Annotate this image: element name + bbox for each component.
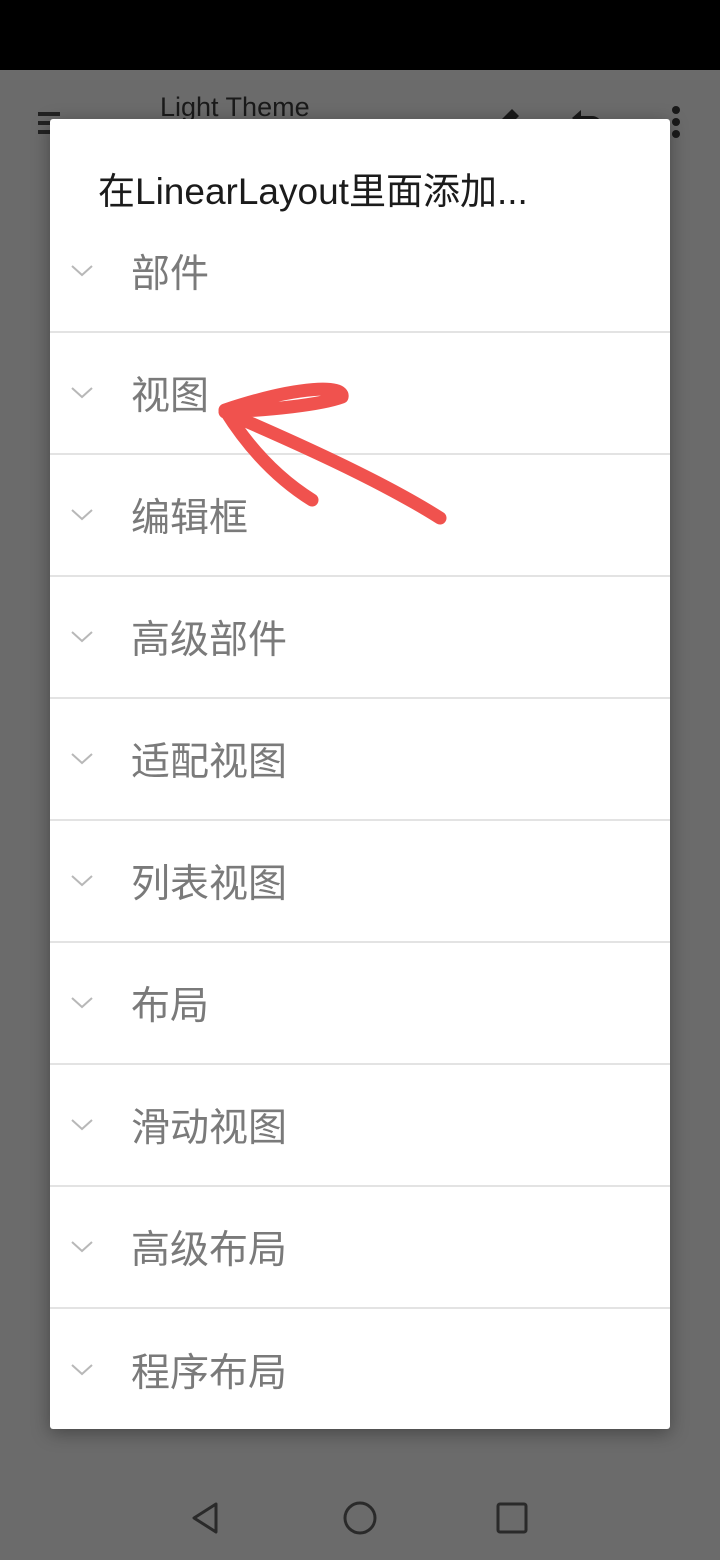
chevron-down-icon xyxy=(71,509,93,521)
category-label: 高级部件 xyxy=(131,618,288,663)
chevron-down-icon xyxy=(71,753,93,765)
add-widget-dialog: 在LinearLayout里面添加... 部件 视图 编辑框 高级部件 适配视图… xyxy=(50,119,670,1429)
category-item-views[interactable]: 视图 xyxy=(50,333,670,455)
category-list: 部件 视图 编辑框 高级部件 适配视图 列表视图 布局 滑动视图 高级布局 程序… xyxy=(50,211,670,1429)
category-label: 布局 xyxy=(131,984,210,1029)
category-label: 编辑框 xyxy=(131,496,249,541)
category-item-scroll-views[interactable]: 滑动视图 xyxy=(50,1065,670,1187)
chevron-down-icon xyxy=(71,997,93,1009)
chevron-down-icon xyxy=(71,1119,93,1131)
back-icon[interactable] xyxy=(188,1500,224,1536)
category-label: 适配视图 xyxy=(131,740,288,785)
category-label: 列表视图 xyxy=(131,862,288,907)
recents-icon[interactable] xyxy=(494,1500,530,1536)
category-item-list-views[interactable]: 列表视图 xyxy=(50,821,670,943)
category-item-widgets[interactable]: 部件 xyxy=(50,211,670,333)
category-item-advanced-widgets[interactable]: 高级部件 xyxy=(50,577,670,699)
category-item-program-layouts[interactable]: 程序布局 xyxy=(50,1309,670,1429)
chevron-down-icon xyxy=(71,1241,93,1253)
chevron-down-icon xyxy=(71,387,93,399)
category-label: 高级布局 xyxy=(131,1228,288,1273)
category-item-layouts[interactable]: 布局 xyxy=(50,943,670,1065)
category-item-adapter-views[interactable]: 适配视图 xyxy=(50,699,670,821)
category-item-edit-text[interactable]: 编辑框 xyxy=(50,455,670,577)
category-label: 程序布局 xyxy=(131,1351,288,1396)
system-nav-bar xyxy=(0,1470,720,1560)
chevron-down-icon xyxy=(71,875,93,887)
category-label: 视图 xyxy=(131,374,210,419)
dialog-title: 在LinearLayout里面添加... xyxy=(98,171,528,212)
category-label: 滑动视图 xyxy=(131,1106,288,1151)
home-icon[interactable] xyxy=(342,1500,378,1536)
chevron-down-icon xyxy=(71,265,93,277)
status-bar xyxy=(0,0,720,70)
chevron-down-icon xyxy=(71,1364,93,1376)
chevron-down-icon xyxy=(71,631,93,643)
category-item-advanced-layouts[interactable]: 高级布局 xyxy=(50,1187,670,1309)
category-label: 部件 xyxy=(131,252,210,297)
